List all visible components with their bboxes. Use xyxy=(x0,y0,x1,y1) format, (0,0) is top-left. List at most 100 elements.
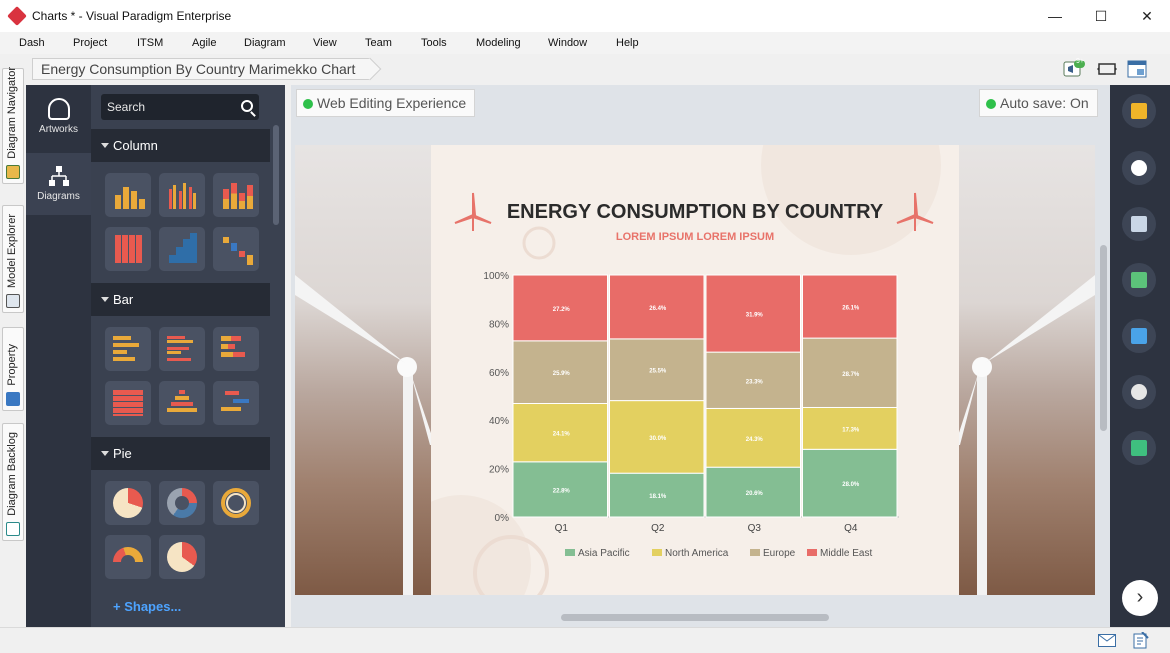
menu-team[interactable]: Team xyxy=(365,37,392,49)
data-label: 30.0% xyxy=(649,436,667,442)
notes-icon[interactable] xyxy=(1133,632,1149,649)
x-tick-label: Q2 xyxy=(651,523,665,534)
rail-artworks[interactable]: Artworks xyxy=(26,88,91,150)
rail-artworks-label: Artworks xyxy=(39,124,78,135)
chevron-right-icon[interactable]: › xyxy=(1122,580,1158,616)
minimize-button[interactable]: — xyxy=(1032,0,1078,32)
doughnut-chart-thumb[interactable] xyxy=(159,481,205,525)
shape-palette: Search Column Bar Pie + Shapes... xyxy=(91,85,285,627)
grouped-bar-chart-thumb[interactable] xyxy=(159,327,205,371)
breadcrumb[interactable]: Energy Consumption By Country Marimekko … xyxy=(32,58,371,80)
comments-button[interactable] xyxy=(1122,431,1156,465)
design-artboard[interactable]: ENERGY CONSUMPTION BY COUNTRY LOREM IPSU… xyxy=(295,145,1095,595)
fit-to-window-icon[interactable] xyxy=(1095,58,1119,80)
data-label: 26.4% xyxy=(649,306,667,312)
marimekko-chart[interactable]: ENERGY CONSUMPTION BY COUNTRY LOREM IPSU… xyxy=(391,145,959,595)
status-dot-icon xyxy=(986,99,996,109)
menu-window[interactable]: Window xyxy=(548,37,587,49)
menu-view[interactable]: View xyxy=(313,37,337,49)
y-tick-label: 0% xyxy=(495,513,510,524)
percent-bar-chart-thumb[interactable] xyxy=(105,381,151,425)
menu-tools[interactable]: Tools xyxy=(421,37,447,49)
close-button[interactable]: ✕ xyxy=(1124,0,1170,32)
web-editing-toggle[interactable]: Web Editing Experience xyxy=(296,89,476,117)
pie-chart-thumb[interactable] xyxy=(105,481,151,525)
chat-icon xyxy=(1131,440,1147,456)
history-button[interactable] xyxy=(1122,375,1156,409)
ring-chart-thumb[interactable] xyxy=(213,481,259,525)
waterfall-column-chart-thumb[interactable] xyxy=(213,227,259,271)
model-explorer-icon xyxy=(6,294,20,308)
mail-icon[interactable] xyxy=(1098,634,1116,647)
x-tick-label: Q3 xyxy=(748,523,762,534)
layout-grid-button[interactable] xyxy=(1122,319,1156,353)
menu-help[interactable]: Help xyxy=(616,37,639,49)
rail-diagrams-label: Diagrams xyxy=(37,191,80,202)
window-title: Charts * - Visual Paradigm Enterprise xyxy=(32,9,232,23)
search-input[interactable]: Search xyxy=(101,94,259,120)
category-column[interactable]: Column xyxy=(91,129,270,162)
percent-column-chart-thumb[interactable] xyxy=(105,227,151,271)
data-label: 24.1% xyxy=(553,432,571,438)
status-bar xyxy=(0,627,1170,653)
wind-farm-background-left xyxy=(295,145,435,595)
tab-property[interactable]: Property xyxy=(2,327,24,411)
search-placeholder: Search xyxy=(107,100,146,114)
history-clock-icon xyxy=(1131,384,1147,400)
diagram-canvas[interactable]: Web Editing Experience Auto save: On ENE… xyxy=(291,85,1110,627)
bar-chart-thumb[interactable] xyxy=(105,327,151,371)
data-label: 22.8% xyxy=(553,488,571,494)
infographic-card[interactable]: ENERGY CONSUMPTION BY COUNTRY LOREM IPSU… xyxy=(391,145,959,595)
autosave-toggle[interactable]: Auto save: On xyxy=(979,89,1098,117)
vertical-scrollbar[interactable] xyxy=(1100,245,1107,431)
data-label: 25.9% xyxy=(553,371,571,377)
column-chart-thumb[interactable] xyxy=(105,173,151,217)
layers-button[interactable] xyxy=(1122,263,1156,297)
format-painter-button[interactable] xyxy=(1122,94,1156,128)
pyramid-bar-chart-thumb[interactable] xyxy=(159,381,205,425)
grouped-column-chart-thumb[interactable] xyxy=(159,173,205,217)
menu-modeling[interactable]: Modeling xyxy=(476,37,521,49)
exploded-pie-chart-thumb[interactable] xyxy=(159,535,205,579)
menu-project[interactable]: Project xyxy=(73,37,107,49)
step-column-chart-thumb[interactable] xyxy=(159,227,205,271)
menu-itsm[interactable]: ITSM xyxy=(137,37,163,49)
semi-doughnut-chart-thumb[interactable] xyxy=(105,535,151,579)
menu-diagram[interactable]: Diagram xyxy=(244,37,286,49)
maximize-button[interactable]: ☐ xyxy=(1078,0,1124,32)
stacked-bar-chart-thumb[interactable] xyxy=(213,327,259,371)
window-titlebar: Charts * - Visual Paradigm Enterprise — … xyxy=(0,0,1170,32)
search-icon[interactable] xyxy=(241,100,253,112)
layers-icon xyxy=(1131,272,1147,288)
tab-diagram-backlog[interactable]: Diagram Backlog xyxy=(2,423,24,541)
tab-diagram-navigator[interactable]: Diagram Navigator xyxy=(2,67,24,184)
tab-diagram-backlog-label: Diagram Backlog xyxy=(6,432,18,516)
category-pie[interactable]: Pie xyxy=(91,437,270,470)
window-icon xyxy=(1131,216,1147,232)
window-panel-button[interactable] xyxy=(1122,207,1156,241)
menu-dash[interactable]: Dash xyxy=(19,37,45,49)
tab-model-explorer[interactable]: Model Explorer xyxy=(2,205,24,313)
category-bar[interactable]: Bar xyxy=(91,283,270,316)
y-tick-label: 80% xyxy=(489,319,509,330)
web-editing-label: Web Editing Experience xyxy=(317,95,467,111)
palette-scrollbar[interactable] xyxy=(273,125,279,225)
data-label: 20.6% xyxy=(746,491,764,497)
legend-swatch xyxy=(807,549,817,556)
wind-turbine-icon xyxy=(454,192,492,231)
floating-bar-chart-thumb[interactable] xyxy=(213,381,259,425)
menu-agile[interactable]: Agile xyxy=(192,37,216,49)
rail-diagrams[interactable]: Diagrams xyxy=(26,153,91,215)
zoom-search-button[interactable] xyxy=(1122,151,1156,185)
announcement-icon[interactable]: 9+ xyxy=(1062,58,1086,80)
stacked-column-chart-thumb[interactable] xyxy=(213,173,259,217)
shapes-link[interactable]: + Shapes... xyxy=(113,599,181,614)
y-tick-label: 40% xyxy=(489,416,509,427)
data-label: 28.0% xyxy=(842,482,860,488)
horizontal-scrollbar[interactable] xyxy=(561,614,829,621)
x-tick-label: Q4 xyxy=(844,523,858,534)
data-label: 26.1% xyxy=(842,306,860,312)
layout-options-icon[interactable] xyxy=(1125,58,1149,80)
chart-subtitle: LOREM IPSUM LOREM IPSUM xyxy=(616,231,774,243)
tab-property-label: Property xyxy=(6,344,18,386)
